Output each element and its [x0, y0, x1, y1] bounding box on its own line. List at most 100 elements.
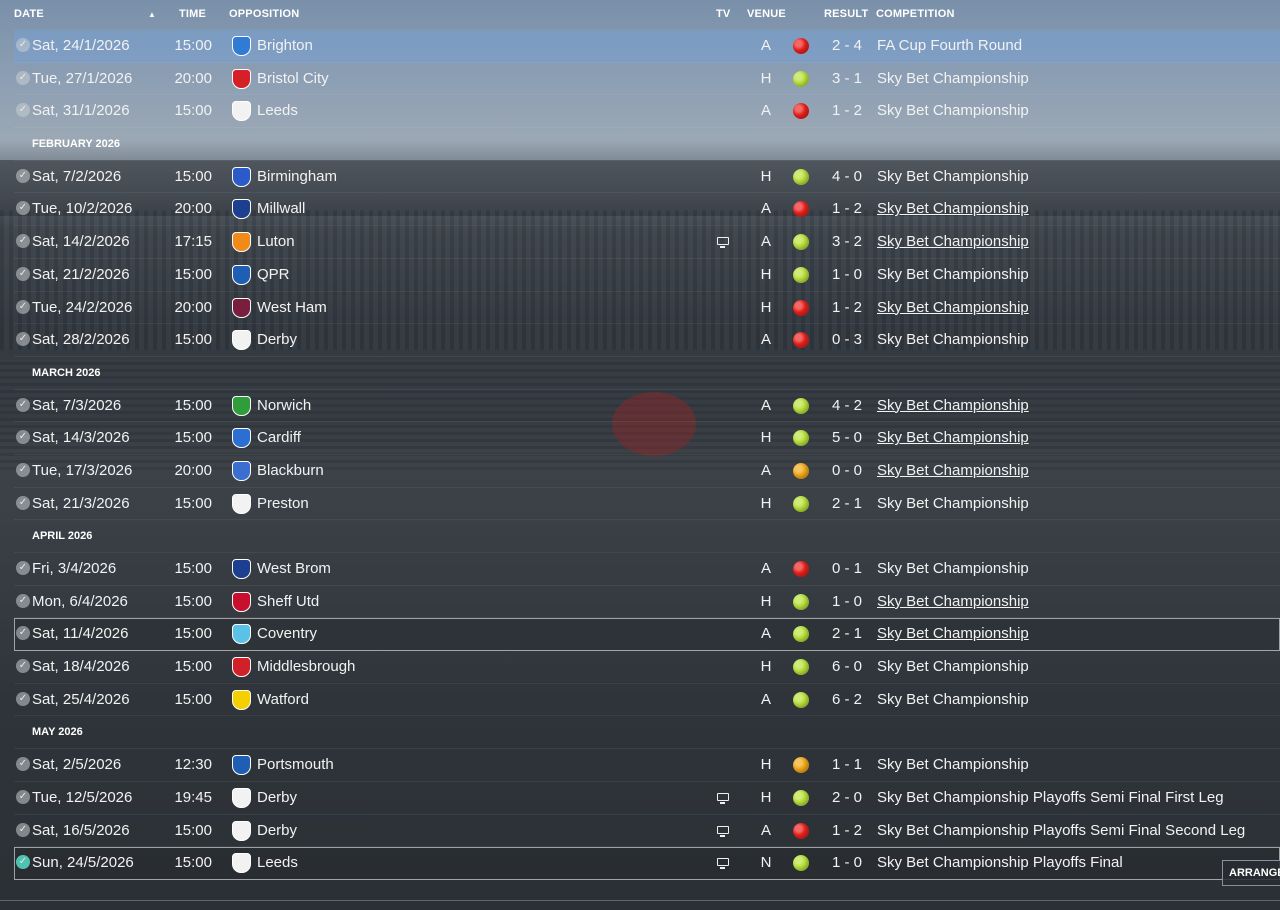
fixture-row[interactable]: ✓ Sat, 25/4/2026 15:00 Watford A 6 - 2 Sky Bet…	[14, 684, 1280, 717]
opposition-team-link[interactable]: Cardiff	[257, 422, 301, 453]
header-result[interactable]: RESULT	[824, 8, 868, 20]
header-date[interactable]: DATE	[14, 8, 44, 20]
fixture-result[interactable]: 3 - 1	[827, 63, 867, 94]
checkmark-icon: ✓	[16, 430, 30, 445]
fixture-row[interactable]: ✓ Tue, 17/3/2026 20:00 Blackburn A 0 - 0 Sky B…	[14, 455, 1280, 488]
competition-link[interactable]: Sky Bet Championship	[877, 586, 1029, 617]
fixture-row[interactable]: ✓ Sun, 24/5/2026 15:00 Leeds N 1 - 0 Sky Bet C…	[14, 847, 1280, 880]
competition-link[interactable]: Sky Bet Championship Playoffs Final	[877, 847, 1123, 878]
competition-link[interactable]: Sky Bet Championship	[877, 455, 1029, 486]
fixture-row[interactable]: ✓ Sat, 14/2/2026 17:15 Luton A 3 - 2 Sky Bet C…	[14, 226, 1280, 259]
fixture-row[interactable]: ✓ Sat, 11/4/2026 15:00 Coventry A 2 - 1 Sky Be…	[14, 618, 1280, 652]
competition-link[interactable]: Sky Bet Championship	[877, 618, 1029, 649]
header-competition[interactable]: COMPETITION	[876, 8, 955, 20]
fixture-result[interactable]: 2 - 4	[827, 30, 867, 61]
fixture-result[interactable]: 1 - 0	[827, 586, 867, 617]
fixture-row[interactable]: ✓ Fri, 3/4/2026 15:00 West Brom A 0 - 1 Sky Be…	[14, 553, 1280, 586]
competition-link[interactable]: Sky Bet Championship Playoffs Semi Final…	[877, 782, 1224, 813]
opposition-team-link[interactable]: Bristol City	[257, 63, 329, 94]
fixture-row[interactable]: ✓ Sat, 14/3/2026 15:00 Cardiff H 5 - 0 Sky Bet…	[14, 422, 1280, 455]
opposition-team-link[interactable]: Portsmouth	[257, 749, 334, 780]
fixture-result[interactable]: 4 - 2	[827, 390, 867, 421]
fixture-result[interactable]: 4 - 0	[827, 161, 867, 192]
opposition-team-link[interactable]: Blackburn	[257, 455, 324, 486]
opposition-team-link[interactable]: Leeds	[257, 95, 298, 126]
competition-link[interactable]: Sky Bet Championship	[877, 422, 1029, 453]
fixture-row[interactable]: ✓ Sat, 18/4/2026 15:00 Middlesbrough H 6 - 0 S…	[14, 651, 1280, 684]
competition-link[interactable]: Sky Bet Championship	[877, 259, 1029, 290]
competition-link[interactable]: Sky Bet Championship	[877, 292, 1029, 323]
sort-ascending-icon[interactable]: ▲	[148, 10, 156, 19]
competition-link[interactable]: FA Cup Fourth Round	[877, 30, 1022, 61]
competition-link[interactable]: Sky Bet Championship	[877, 226, 1029, 257]
fixture-row[interactable]: ✓ Sat, 28/2/2026 15:00 Derby A 0 - 3 Sky Bet C…	[14, 324, 1280, 357]
month-header: APRIL 2026	[14, 520, 1280, 553]
arrange-button[interactable]: ARRANGE	[1222, 860, 1280, 886]
fixture-result[interactable]: 3 - 2	[827, 226, 867, 257]
opposition-team-link[interactable]: Leeds	[257, 847, 298, 878]
fixture-result[interactable]: 6 - 0	[827, 651, 867, 682]
competition-link[interactable]: Sky Bet Championship	[877, 95, 1029, 126]
opposition-team-link[interactable]: Derby	[257, 324, 297, 355]
competition-link[interactable]: Sky Bet Championship Playoffs Semi Final…	[877, 815, 1245, 846]
fixture-result[interactable]: 1 - 0	[827, 259, 867, 290]
opposition-team-link[interactable]: QPR	[257, 259, 290, 290]
fixture-row[interactable]: ✓ Sat, 16/5/2026 15:00 Derby A 1 - 2 Sky Bet C…	[14, 815, 1280, 848]
fixture-row[interactable]: ✓ Mon, 6/4/2026 15:00 Sheff Utd H 1 - 0 Sky Be…	[14, 586, 1280, 619]
fixture-row[interactable]: ✓ Sat, 7/2/2026 15:00 Birmingham H 4 - 0 Sky B…	[14, 161, 1280, 194]
competition-link[interactable]: Sky Bet Championship	[877, 324, 1029, 355]
competition-link[interactable]: Sky Bet Championship	[877, 63, 1029, 94]
opposition-team-link[interactable]: Preston	[257, 488, 309, 519]
competition-link[interactable]: Sky Bet Championship	[877, 553, 1029, 584]
opposition-team-link[interactable]: Brighton	[257, 30, 313, 61]
competition-link[interactable]: Sky Bet Championship	[877, 749, 1029, 780]
fixture-result[interactable]: 0 - 1	[827, 553, 867, 584]
competition-link[interactable]: Sky Bet Championship	[877, 684, 1029, 715]
fixture-row[interactable]: ✓ Tue, 10/2/2026 20:00 Millwall A 1 - 2 Sky Be…	[14, 193, 1280, 227]
fixture-result[interactable]: 2 - 0	[827, 782, 867, 813]
header-venue[interactable]: VENUE	[747, 8, 786, 20]
opposition-team-link[interactable]: Millwall	[257, 193, 305, 224]
fixture-row[interactable]: ✓ Sat, 7/3/2026 15:00 Norwich A 4 - 2 Sky Bet …	[14, 390, 1280, 423]
fixture-row[interactable]: ✓ Sat, 21/3/2026 15:00 Preston H 2 - 1 Sky Bet…	[14, 488, 1280, 521]
fixture-result[interactable]: 0 - 3	[827, 324, 867, 355]
fixture-result[interactable]: 1 - 1	[827, 749, 867, 780]
fixture-result[interactable]: 1 - 2	[827, 292, 867, 323]
opposition-team-link[interactable]: Birmingham	[257, 161, 337, 192]
header-opposition[interactable]: OPPOSITION	[229, 8, 299, 20]
opposition-team-link[interactable]: West Brom	[257, 553, 331, 584]
fixture-result[interactable]: 1 - 2	[827, 95, 867, 126]
fixture-row[interactable]: ✓ Sat, 31/1/2026 15:00 Leeds A 1 - 2 Sky Bet C…	[14, 95, 1280, 129]
fixture-result[interactable]: 6 - 2	[827, 684, 867, 715]
fixture-row[interactable]: ✓ Sat, 2/5/2026 12:30 Portsmouth H 1 - 1 Sky B…	[14, 749, 1280, 782]
competition-link[interactable]: Sky Bet Championship	[877, 488, 1029, 519]
fixture-result[interactable]: 2 - 1	[827, 618, 867, 649]
header-tv[interactable]: TV	[716, 8, 730, 20]
fixture-row[interactable]: ✓ Tue, 24/2/2026 20:00 West Ham H 1 - 2 Sky Be…	[14, 292, 1280, 325]
fixture-result[interactable]: 1 - 0	[827, 847, 867, 878]
checkmark-icon: ✓	[16, 397, 30, 412]
opposition-team-link[interactable]: Derby	[257, 782, 297, 813]
fixture-row[interactable]: ✓ Sat, 24/1/2026 15:00 Brighton A 2 - 4 FA Cup…	[14, 30, 1280, 63]
fixture-result[interactable]: 1 - 2	[827, 815, 867, 846]
fixture-result[interactable]: 1 - 2	[827, 193, 867, 224]
opposition-team-link[interactable]: Norwich	[257, 390, 311, 421]
fixture-result[interactable]: 5 - 0	[827, 422, 867, 453]
fixture-result[interactable]: 2 - 1	[827, 488, 867, 519]
fixture-row[interactable]: ✓ Tue, 27/1/2026 20:00 Bristol City H 3 - 1 Sk…	[14, 63, 1280, 96]
fixture-row[interactable]: ✓ Sat, 21/2/2026 15:00 QPR H 1 - 0 Sky Bet Cha…	[14, 259, 1280, 292]
opposition-team-link[interactable]: Middlesbrough	[257, 651, 355, 682]
fixture-row[interactable]: ✓ Tue, 12/5/2026 19:45 Derby H 2 - 0 Sky Bet C…	[14, 782, 1280, 815]
opposition-team-link[interactable]: Derby	[257, 815, 297, 846]
opposition-team-link[interactable]: Luton	[257, 226, 295, 257]
competition-link[interactable]: Sky Bet Championship	[877, 161, 1029, 192]
opposition-team-link[interactable]: Coventry	[257, 618, 317, 649]
competition-link[interactable]: Sky Bet Championship	[877, 193, 1029, 224]
fixture-result[interactable]: 0 - 0	[827, 455, 867, 486]
opposition-team-link[interactable]: Watford	[257, 684, 309, 715]
opposition-team-link[interactable]: West Ham	[257, 292, 327, 323]
opposition-team-link[interactable]: Sheff Utd	[257, 586, 319, 617]
competition-link[interactable]: Sky Bet Championship	[877, 390, 1029, 421]
header-time[interactable]: TIME	[179, 8, 206, 20]
competition-link[interactable]: Sky Bet Championship	[877, 651, 1029, 682]
